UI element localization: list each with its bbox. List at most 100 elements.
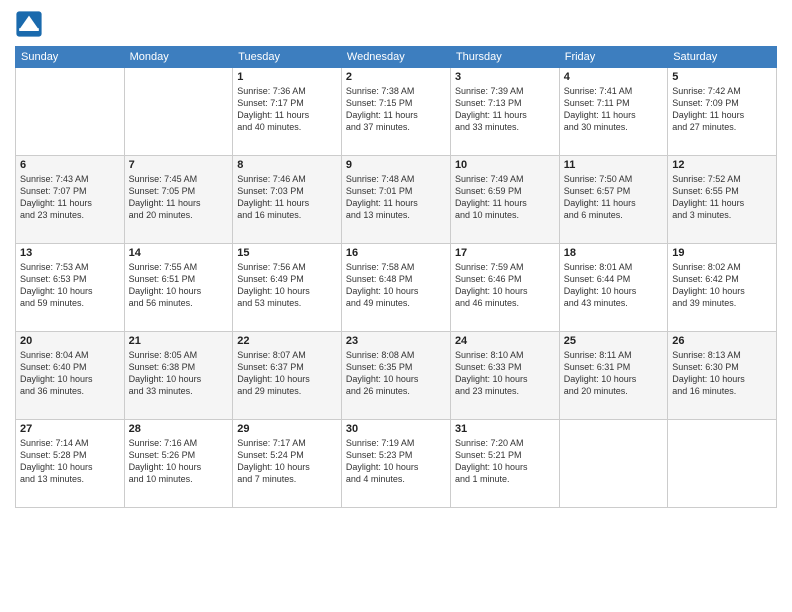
day-header-saturday: Saturday bbox=[668, 47, 777, 68]
calendar-cell: 7 Sunrise: 7:45 AMSunset: 7:05 PMDaylight… bbox=[124, 156, 233, 244]
day-info: Sunrise: 7:36 AMSunset: 7:17 PMDaylight:… bbox=[237, 85, 337, 134]
day-number: 12 bbox=[672, 159, 772, 171]
day-header-tuesday: Tuesday bbox=[233, 47, 342, 68]
day-number: 19 bbox=[672, 247, 772, 259]
day-number: 16 bbox=[346, 247, 446, 259]
calendar-cell: 14Sunrise: 7:55 AMSunset: 6:51 PMDayligh… bbox=[124, 244, 233, 332]
day-info: Sunrise: 7:45 AMSunset: 7:05 PMDaylight:… bbox=[129, 173, 229, 222]
day-info: Sunrise: 7:16 AMSunset: 5:26 PMDaylight:… bbox=[129, 437, 229, 486]
calendar-cell: 11 Sunrise: 7:50 AMSunset: 6:57 PMDayligh… bbox=[559, 156, 667, 244]
calendar-cell: 24 Sunrise: 8:10 AMSunset: 6:33 PMDayligh… bbox=[450, 332, 559, 420]
day-number: 13 bbox=[20, 247, 120, 259]
calendar-header-row: SundayMondayTuesdayWednesdayThursdayFrid… bbox=[16, 47, 777, 68]
day-info: Sunrise: 7:14 AMSunset: 5:28 PMDaylight:… bbox=[20, 437, 120, 486]
calendar-week-row: 20Sunrise: 8:04 AMSunset: 6:40 PMDayligh… bbox=[16, 332, 777, 420]
day-info: Sunrise: 7:56 AMSunset: 6:49 PMDaylight:… bbox=[237, 261, 337, 310]
day-info: Sunrise: 7:43 AMSunset: 7:07 PMDaylight:… bbox=[20, 173, 120, 222]
calendar-cell: 15 Sunrise: 7:56 AMSunset: 6:49 PMDayligh… bbox=[233, 244, 342, 332]
day-number: 14 bbox=[129, 247, 229, 259]
calendar-cell: 6 Sunrise: 7:43 AMSunset: 7:07 PMDaylight… bbox=[16, 156, 125, 244]
calendar-cell: 1 Sunrise: 7:36 AMSunset: 7:17 PMDaylight… bbox=[233, 68, 342, 156]
day-number: 23 bbox=[346, 335, 446, 347]
calendar-cell: 5 Sunrise: 7:42 AMSunset: 7:09 PMDaylight… bbox=[668, 68, 777, 156]
logo-icon bbox=[15, 10, 43, 38]
calendar-cell: 13Sunrise: 7:53 AMSunset: 6:53 PMDayligh… bbox=[16, 244, 125, 332]
day-number: 17 bbox=[455, 247, 555, 259]
day-info: Sunrise: 7:58 AMSunset: 6:48 PMDaylight:… bbox=[346, 261, 446, 310]
calendar-cell: 29 Sunrise: 7:17 AMSunset: 5:24 PMDayligh… bbox=[233, 420, 342, 508]
day-number: 6 bbox=[20, 159, 120, 171]
day-info: Sunrise: 7:49 AMSunset: 6:59 PMDaylight:… bbox=[455, 173, 555, 222]
day-info: Sunrise: 7:42 AMSunset: 7:09 PMDaylight:… bbox=[672, 85, 772, 134]
calendar-cell: 21 Sunrise: 8:05 AMSunset: 6:38 PMDayligh… bbox=[124, 332, 233, 420]
day-number: 27 bbox=[20, 423, 120, 435]
day-info: Sunrise: 7:38 AMSunset: 7:15 PMDaylight:… bbox=[346, 85, 446, 134]
calendar-cell: 19Sunrise: 8:02 AMSunset: 6:42 PMDayligh… bbox=[668, 244, 777, 332]
day-info: Sunrise: 8:07 AMSunset: 6:37 PMDaylight:… bbox=[237, 349, 337, 398]
day-info: Sunrise: 7:52 AMSunset: 6:55 PMDaylight:… bbox=[672, 173, 772, 222]
day-info: Sunrise: 8:13 AMSunset: 6:30 PMDaylight:… bbox=[672, 349, 772, 398]
day-number: 29 bbox=[237, 423, 337, 435]
logo bbox=[15, 10, 45, 38]
day-number: 2 bbox=[346, 71, 446, 83]
day-info: Sunrise: 7:41 AMSunset: 7:11 PMDaylight:… bbox=[564, 85, 663, 134]
day-info: Sunrise: 8:08 AMSunset: 6:35 PMDaylight:… bbox=[346, 349, 446, 398]
day-info: Sunrise: 7:50 AMSunset: 6:57 PMDaylight:… bbox=[564, 173, 663, 222]
day-number: 28 bbox=[129, 423, 229, 435]
calendar-cell: 28 Sunrise: 7:16 AMSunset: 5:26 PMDayligh… bbox=[124, 420, 233, 508]
calendar-cell: 25 Sunrise: 8:11 AMSunset: 6:31 PMDayligh… bbox=[559, 332, 667, 420]
day-info: Sunrise: 7:19 AMSunset: 5:23 PMDaylight:… bbox=[346, 437, 446, 486]
calendar-cell: 31Sunrise: 7:20 AMSunset: 5:21 PMDayligh… bbox=[450, 420, 559, 508]
calendar-cell: 18Sunrise: 8:01 AMSunset: 6:44 PMDayligh… bbox=[559, 244, 667, 332]
calendar-cell: 4 Sunrise: 7:41 AMSunset: 7:11 PMDaylight… bbox=[559, 68, 667, 156]
calendar-cell: 9 Sunrise: 7:48 AMSunset: 7:01 PMDaylight… bbox=[341, 156, 450, 244]
day-number: 10 bbox=[455, 159, 555, 171]
day-number: 9 bbox=[346, 159, 446, 171]
calendar-cell: 16 Sunrise: 7:58 AMSunset: 6:48 PMDayligh… bbox=[341, 244, 450, 332]
day-header-wednesday: Wednesday bbox=[341, 47, 450, 68]
day-number: 26 bbox=[672, 335, 772, 347]
calendar-cell: 8Sunrise: 7:46 AMSunset: 7:03 PMDaylight… bbox=[233, 156, 342, 244]
day-info: Sunrise: 8:05 AMSunset: 6:38 PMDaylight:… bbox=[129, 349, 229, 398]
day-number: 30 bbox=[346, 423, 446, 435]
day-info: Sunrise: 7:20 AMSunset: 5:21 PMDaylight:… bbox=[455, 437, 555, 486]
day-info: Sunrise: 7:46 AMSunset: 7:03 PMDaylight:… bbox=[237, 173, 337, 222]
day-info: Sunrise: 7:17 AMSunset: 5:24 PMDaylight:… bbox=[237, 437, 337, 486]
day-number: 5 bbox=[672, 71, 772, 83]
day-number: 15 bbox=[237, 247, 337, 259]
day-info: Sunrise: 7:59 AMSunset: 6:46 PMDaylight:… bbox=[455, 261, 555, 310]
day-number: 25 bbox=[564, 335, 663, 347]
calendar-cell bbox=[559, 420, 667, 508]
day-header-sunday: Sunday bbox=[16, 47, 125, 68]
calendar-cell: 27 Sunrise: 7:14 AMSunset: 5:28 PMDayligh… bbox=[16, 420, 125, 508]
calendar-cell: 2 Sunrise: 7:38 AMSunset: 7:15 PMDaylight… bbox=[341, 68, 450, 156]
day-number: 1 bbox=[237, 71, 337, 83]
day-number: 22 bbox=[237, 335, 337, 347]
calendar-cell bbox=[16, 68, 125, 156]
day-info: Sunrise: 7:39 AMSunset: 7:13 PMDaylight:… bbox=[455, 85, 555, 134]
day-number: 21 bbox=[129, 335, 229, 347]
day-number: 24 bbox=[455, 335, 555, 347]
day-info: Sunrise: 8:10 AMSunset: 6:33 PMDaylight:… bbox=[455, 349, 555, 398]
day-info: Sunrise: 8:11 AMSunset: 6:31 PMDaylight:… bbox=[564, 349, 663, 398]
calendar-cell: 30 Sunrise: 7:19 AMSunset: 5:23 PMDayligh… bbox=[341, 420, 450, 508]
day-number: 3 bbox=[455, 71, 555, 83]
calendar-cell bbox=[124, 68, 233, 156]
day-number: 4 bbox=[564, 71, 663, 83]
day-info: Sunrise: 7:48 AMSunset: 7:01 PMDaylight:… bbox=[346, 173, 446, 222]
calendar-cell: 23 Sunrise: 8:08 AMSunset: 6:35 PMDayligh… bbox=[341, 332, 450, 420]
calendar-week-row: 13Sunrise: 7:53 AMSunset: 6:53 PMDayligh… bbox=[16, 244, 777, 332]
day-number: 20 bbox=[20, 335, 120, 347]
calendar-cell: 22 Sunrise: 8:07 AMSunset: 6:37 PMDayligh… bbox=[233, 332, 342, 420]
day-number: 7 bbox=[129, 159, 229, 171]
calendar-cell: 10 Sunrise: 7:49 AMSunset: 6:59 PMDayligh… bbox=[450, 156, 559, 244]
day-number: 11 bbox=[564, 159, 663, 171]
page: SundayMondayTuesdayWednesdayThursdayFrid… bbox=[0, 0, 792, 612]
calendar-cell: 3 Sunrise: 7:39 AMSunset: 7:13 PMDaylight… bbox=[450, 68, 559, 156]
calendar-week-row: 1 Sunrise: 7:36 AMSunset: 7:17 PMDaylight… bbox=[16, 68, 777, 156]
calendar-cell bbox=[668, 420, 777, 508]
calendar-cell: 20Sunrise: 8:04 AMSunset: 6:40 PMDayligh… bbox=[16, 332, 125, 420]
day-header-thursday: Thursday bbox=[450, 47, 559, 68]
calendar-week-row: 27 Sunrise: 7:14 AMSunset: 5:28 PMDayligh… bbox=[16, 420, 777, 508]
day-header-friday: Friday bbox=[559, 47, 667, 68]
